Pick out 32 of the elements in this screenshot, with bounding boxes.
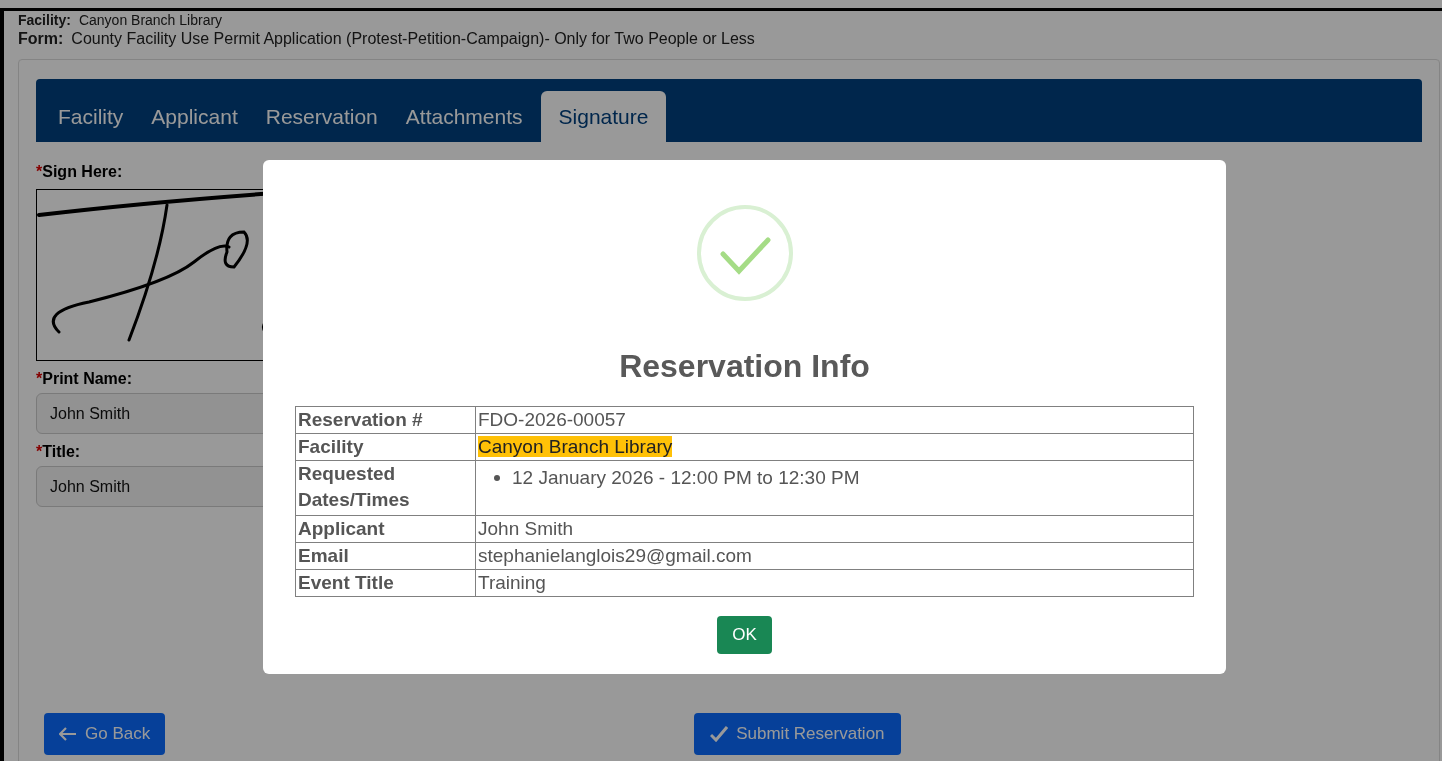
submit-button[interactable]: Submit Reservation: [694, 713, 901, 755]
row-label: Requested Dates/Times: [295, 460, 476, 516]
tab[interactable]: Attachments: [395, 91, 533, 142]
field-label: *Sign Here:: [36, 163, 123, 180]
table-cell: Training: [475, 569, 1194, 597]
facility-value: Canyon Branch Library: [478, 436, 673, 457]
field-label: *Print Name:: [36, 370, 133, 387]
dialog-title: Reservation Info: [619, 347, 870, 386]
tab[interactable]: Facility: [48, 91, 134, 142]
tab[interactable]: Signature: [540, 91, 667, 142]
table-cell: FDO-2026-00057: [475, 406, 1194, 434]
bullet-icon: [494, 475, 500, 481]
row-label: Facility: [295, 433, 476, 461]
facility-name: Canyon Branch Library: [78, 12, 223, 28]
row-label: Reservation #: [295, 406, 476, 434]
go-back-button[interactable]: Go Back: [44, 713, 166, 755]
row-label: Event Title: [295, 569, 476, 597]
tab[interactable]: Applicant: [141, 91, 248, 142]
date-time-entry: 12 January 2026 - 12:00 PM to 12:30 PM: [512, 466, 860, 490]
table-cell: stephanielanglois29@gmail.com: [475, 542, 1194, 570]
tab[interactable]: Reservation: [255, 91, 388, 142]
field-label: *Title:: [36, 443, 81, 460]
arrow-left-icon: [59, 727, 77, 741]
form-label: Form:: [18, 29, 64, 49]
form-name: County Facility Use Permit Application (Protest-Petition-Campaign)- Only for Two People or Less: [71, 29, 755, 49]
facility-label: Facility:: [18, 12, 71, 28]
check-icon: [710, 726, 729, 742]
row-label: Applicant: [295, 515, 476, 543]
table-cell: John Smith: [475, 515, 1194, 543]
ok-button[interactable]: OK: [717, 616, 772, 654]
success-check-icon: [695, 204, 794, 302]
row-label: Email: [295, 542, 476, 570]
